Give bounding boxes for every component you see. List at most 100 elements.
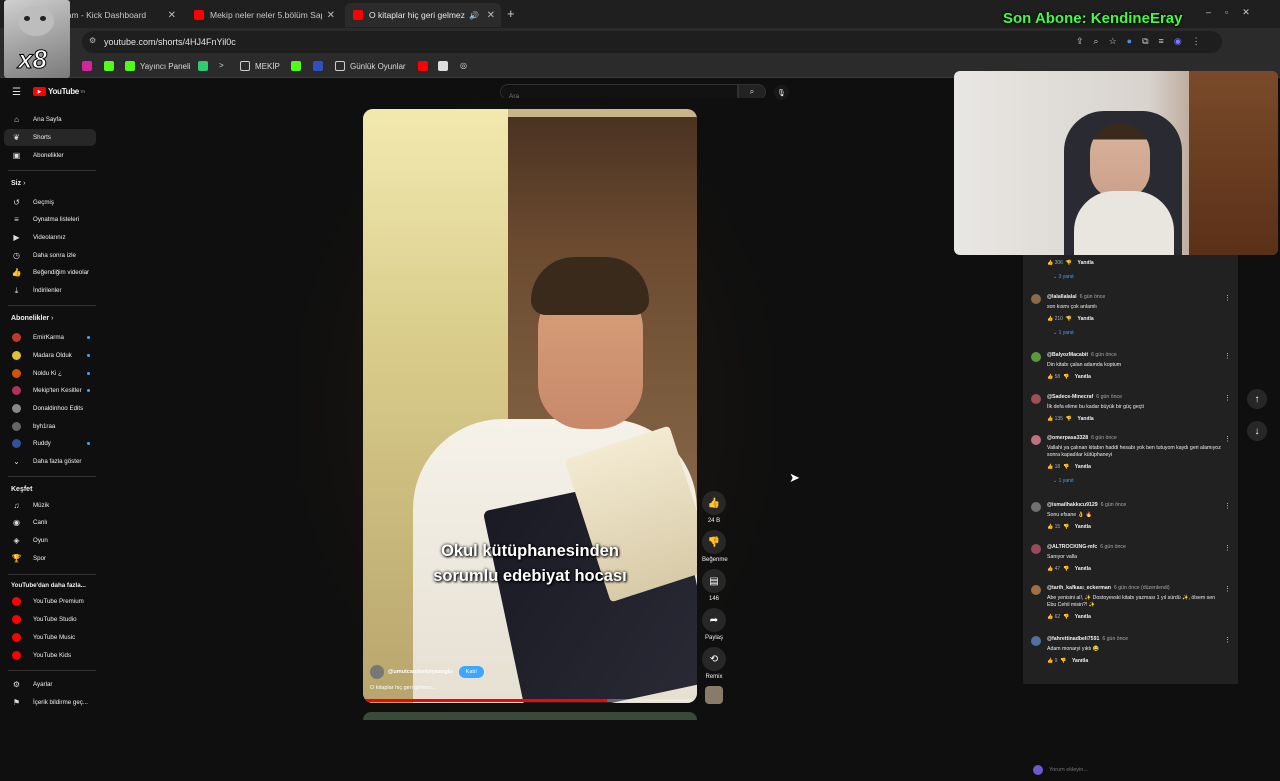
zoom-icon[interactable]: ⌕ <box>1094 36 1099 47</box>
next-short-preview[interactable] <box>363 712 697 720</box>
comment-author[interactable]: @fahrettinadbeli7591 6 gün önce <box>1047 636 1128 642</box>
sidebar-item-music[interactable]: ♫ Müzik <box>4 497 96 514</box>
channel-avatar[interactable] <box>370 665 384 679</box>
thumbs-up-icon[interactable]: 👍 <box>1047 614 1053 620</box>
thumbs-up-icon[interactable]: 👍 <box>1047 374 1053 380</box>
comment-more-icon[interactable]: ⋮ <box>1224 544 1231 552</box>
reply-button[interactable]: Yanıtla <box>1075 464 1091 470</box>
thumbs-down-icon[interactable]: 👎 <box>1063 524 1069 530</box>
comment-author[interactable]: @tarih_kafkası_eckerman 6 gün önce (düzen… <box>1047 585 1170 591</box>
bookmark-mekip[interactable]: MEKİP <box>240 61 280 71</box>
voice-search-button[interactable]: 🎙 <box>774 85 789 100</box>
tab-shorts-active[interactable]: O kitaplar hiç geri gelmez... 🔊 ✕ <box>345 3 501 27</box>
commenter-avatar[interactable] <box>1031 544 1041 554</box>
commenter-avatar[interactable] <box>1031 352 1041 362</box>
install-icon[interactable]: ⇪ <box>1076 36 1084 47</box>
reply-button[interactable]: Yanıtla <box>1075 566 1091 572</box>
sidebar-you-header[interactable]: Siz › <box>11 180 25 187</box>
sidebar-sub-ruddy[interactable]: Ruddy <box>4 435 96 452</box>
thumbs-down-icon[interactable]: 👎 <box>1066 316 1072 322</box>
replies-toggle[interactable]: ⌄ 3 yanıt <box>1053 274 1074 280</box>
commenter-avatar[interactable] <box>1031 636 1041 646</box>
sidebar-item-live[interactable]: ◉ Canlı <box>4 514 96 531</box>
comment-more-icon[interactable]: ⋮ <box>1224 585 1231 593</box>
commenter-avatar[interactable] <box>1031 585 1041 595</box>
sidebar-item-watch-later[interactable]: ◷ Daha sonra izle <box>4 247 96 264</box>
speaker-icon[interactable]: 🔊 <box>469 11 479 20</box>
sidebar-item-history[interactable]: ↺ Geçmiş <box>4 194 96 211</box>
reply-button[interactable]: Yanıtla <box>1075 524 1091 530</box>
comment-author[interactable]: @Sadece-Minecraf 6 gün önce <box>1047 394 1122 400</box>
close-icon[interactable]: ✕ <box>168 10 176 21</box>
thumbs-down-icon[interactable]: 👎 <box>1066 260 1072 266</box>
sidebar-item-gaming[interactable]: ◈ Oyun <box>4 532 96 549</box>
new-tab-button[interactable]: + <box>507 6 515 21</box>
sidebar-item-home[interactable]: ⌂ Ana Sayfa <box>4 111 96 128</box>
like-button[interactable]: 👍 24 B <box>702 491 726 524</box>
sidebar-item-music-app[interactable]: YouTube Music <box>4 629 96 646</box>
reply-button[interactable]: Yanıtla <box>1078 316 1094 322</box>
thumbs-up-icon[interactable]: 👍 <box>1047 260 1053 266</box>
channel-handle[interactable]: @umutcandeniziyasoglu <box>388 669 453 675</box>
comment-more-icon[interactable]: ⋮ <box>1224 352 1231 360</box>
dislike-button[interactable]: 👎 Beğenme <box>702 530 728 563</box>
comment-author[interactable]: @ismailhakkıcu9129 6 gün önce <box>1047 502 1126 508</box>
bookmark-kick-icon[interactable] <box>104 61 119 71</box>
thumbs-down-icon[interactable]: 👎 <box>1060 658 1066 664</box>
sidebar-item-report-history[interactable]: ⚑ İçerik bildirme geç... <box>4 694 96 711</box>
sidebar-item-shorts[interactable]: ❦ Shorts <box>4 129 96 146</box>
sidebar-sub-byh1raa[interactable]: byh1raa <box>4 418 96 435</box>
join-button[interactable]: Katıl <box>458 666 484 678</box>
comments-button[interactable]: ▤ 146 <box>702 569 726 602</box>
share-button[interactable]: ➦ Paylaş <box>702 608 726 641</box>
comment-author[interactable]: @ALTROCKING-mfc 6 gün önce <box>1047 544 1126 550</box>
close-icon[interactable]: ✕ <box>327 10 335 21</box>
comment-author[interactable]: @BalyozMacabit 6 gün önce <box>1047 352 1117 358</box>
previous-short-button[interactable]: ↑ <box>1247 389 1267 409</box>
bookmark-blue-icon[interactable] <box>313 61 328 71</box>
sidebar-item-subscriptions[interactable]: ▣ Abonelikler <box>4 147 96 164</box>
commenter-avatar[interactable] <box>1031 294 1041 304</box>
url-field[interactable]: ⚙ youtube.com/shorts/4HJ4FnYil0c <box>82 31 1222 53</box>
thumbs-down-icon[interactable]: 👎 <box>1063 464 1069 470</box>
sidebar-item-sports[interactable]: 🏆 Spor <box>4 550 96 567</box>
replies-toggle[interactable]: ⌄ 1 yanıt <box>1053 478 1074 484</box>
sidebar-sub-emirkarma[interactable]: EmirKarma <box>4 329 96 346</box>
bookmark-green-icon[interactable] <box>198 61 213 71</box>
profile-icon[interactable]: ◉ <box>1174 36 1182 47</box>
commenter-avatar[interactable] <box>1031 502 1041 512</box>
bookmark-globe-icon[interactable]: ◎ <box>460 61 467 70</box>
sidebar-item-kids[interactable]: YouTube Kids <box>4 647 96 664</box>
reply-button[interactable]: Yanıtla <box>1075 614 1091 620</box>
thumbs-up-icon[interactable]: 👍 <box>1047 464 1053 470</box>
video-progress-bar[interactable] <box>363 699 697 702</box>
extensions-icon[interactable]: ⧉ <box>1142 36 1148 47</box>
sidebar-item-playlists[interactable]: ≡ Oynatma listeleri <box>4 211 96 228</box>
sidebar-item-studio[interactable]: YouTube Studio <box>4 611 96 628</box>
comment-more-icon[interactable]: ⋮ <box>1224 636 1231 644</box>
site-info-icon[interactable]: ⚙ <box>89 36 96 45</box>
sidebar-sub-madara[interactable]: Madara Olduk <box>4 347 96 364</box>
sidebar-item-liked[interactable]: 👍 Beğendiğim videolar <box>4 264 96 281</box>
bookmark-youtube-icon[interactable] <box>418 61 433 71</box>
comment-author[interactable]: @omerpasa3328 6 gün önce <box>1047 435 1117 441</box>
bookmark-yayinci-paneli[interactable]: Yayıncı Paneli <box>125 61 191 71</box>
thumbs-down-icon[interactable]: 👎 <box>1066 416 1072 422</box>
tab-kick-dashboard[interactable]: eam - Kick Dashboard ✕ <box>54 3 182 27</box>
thumbs-up-icon[interactable]: 👍 <box>1047 524 1053 530</box>
next-short-button[interactable]: ↓ <box>1247 421 1267 441</box>
thumbs-up-icon[interactable]: 👍 <box>1047 566 1053 572</box>
thumbs-up-icon[interactable]: 👍 <box>1047 416 1053 422</box>
sidebar-sub-mekip[interactable]: Mekip'ten Kesitler <box>4 382 96 399</box>
bookmark-instagram-icon[interactable] <box>82 61 97 71</box>
tab-mekip-video[interactable]: Mekip neler neler 5.bölüm Sapı ✕ <box>186 3 341 27</box>
extension-blue-icon[interactable]: ● <box>1127 36 1132 47</box>
thumbs-down-icon[interactable]: 👎 <box>1063 614 1069 620</box>
sidebar-show-more[interactable]: ⌄ Daha fazla göster <box>4 453 96 470</box>
bookmark-gunluk-oyunlar[interactable]: Günlük Oyunlar <box>335 61 406 71</box>
comment-input[interactable] <box>1049 767 1219 773</box>
sidebar-sub-noldu[interactable]: Noldu Ki ¿ <box>4 365 96 382</box>
sidebar-item-your-videos[interactable]: ▶ Videolarınız <box>4 229 96 246</box>
star-icon[interactable]: ☆ <box>1109 36 1117 47</box>
reply-button[interactable]: Yanıtla <box>1075 374 1091 380</box>
